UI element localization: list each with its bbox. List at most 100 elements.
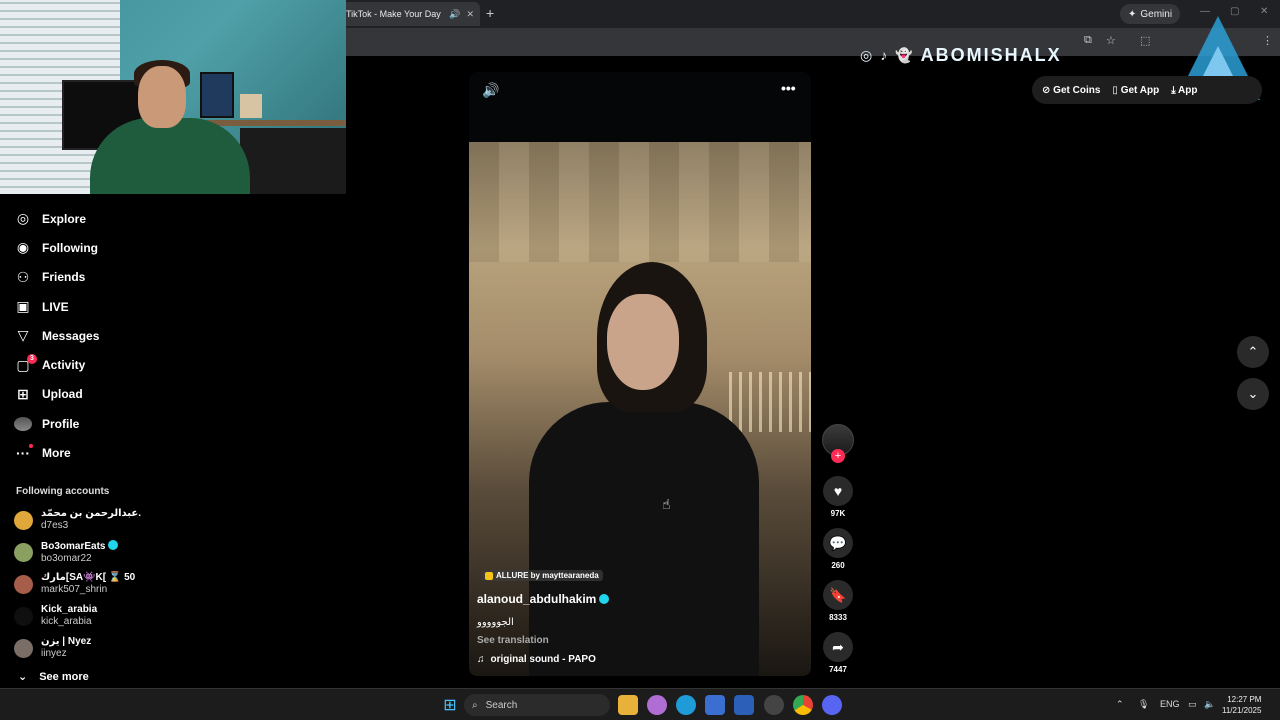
taskbar-search[interactable]: ⌕ Search: [464, 694, 610, 716]
speaker-icon[interactable]: 🔊: [449, 9, 460, 20]
save-count: 8333: [829, 613, 847, 622]
sidebar-item-explore[interactable]: ◎ Explore: [14, 204, 214, 233]
account-name-text: Bo3omarEats: [41, 541, 106, 552]
live-icon: ▣: [16, 298, 30, 315]
effect-icon: [485, 571, 493, 580]
like-count: 97K: [830, 509, 846, 518]
account-name-text: Kick_arabia: [41, 604, 98, 615]
hand-cursor-icon: ☝: [662, 496, 671, 512]
account-text: مارك[SA👾K[ ⌛ 50 mark507_shrin: [41, 572, 135, 596]
action-column: + ♥ 97K 💬 260 🔖 8333 ➦ 7447: [822, 424, 854, 674]
edge-icon[interactable]: [676, 695, 696, 715]
video-caption: الجووووو: [477, 617, 514, 628]
install-icon[interactable]: ⧉: [1084, 34, 1092, 47]
streamer-hoodie: [90, 118, 250, 194]
banner-text: ABOMISHALX: [920, 44, 1062, 65]
app-label: App: [1178, 84, 1198, 96]
account-name-text: مارك[SA👾K[ ⌛ 50: [41, 572, 136, 583]
webcam-overlay: [0, 0, 346, 194]
file-explorer-icon[interactable]: [618, 695, 638, 715]
video-player[interactable]: [469, 72, 811, 676]
following-account[interactable]: مارك[SA👾K[ ⌛ 50 mark507_shrin: [14, 572, 135, 596]
bookmark-star-icon[interactable]: ☆: [1106, 34, 1116, 47]
store-icon[interactable]: [705, 695, 725, 715]
app-button[interactable]: ⤓ App: [1171, 85, 1197, 96]
windows-start-icon[interactable]: ⊞: [440, 695, 460, 715]
account-name: Bo3omarEats: [41, 540, 119, 553]
more-options-icon[interactable]: •••: [781, 80, 796, 96]
account-avatar: [14, 606, 33, 626]
chrome-icon[interactable]: [793, 695, 813, 715]
copilot-icon[interactable]: [647, 695, 667, 715]
account-text: عبدالرحمن بن محمّد. d7es3: [41, 508, 141, 532]
like-button[interactable]: ♥ 97K: [822, 476, 854, 518]
heart-icon: ♥: [823, 476, 853, 506]
sidebar-item-live[interactable]: ▣ LIVE: [14, 292, 214, 321]
language-indicator[interactable]: ENG: [1160, 699, 1180, 709]
browser-tab[interactable]: TikTok - Make Your Day 🔊 ✕: [340, 2, 480, 26]
sidebar-item-profile[interactable]: Profile: [14, 409, 214, 438]
search-placeholder: Search: [485, 699, 518, 711]
streamer-banner: ◎ ♪ 👻 ABOMISHALX: [860, 44, 1062, 66]
menu-kebab-icon[interactable]: ⋮: [1262, 34, 1273, 47]
sidebar-item-friends[interactable]: ⚇ Friends: [14, 263, 214, 292]
get-app-button[interactable]: ▯ Get App: [1112, 85, 1159, 96]
sidebar-item-following[interactable]: ◉ Following: [14, 233, 214, 262]
new-tab-button[interactable]: +: [486, 5, 494, 21]
sidebar-item-upload[interactable]: ⊞ Upload: [14, 380, 214, 409]
follow-plus-button[interactable]: +: [831, 449, 845, 463]
sidebar-item-more[interactable]: ··· More: [14, 438, 214, 467]
tab-title: TikTok - Make Your Day: [346, 9, 441, 19]
save-button[interactable]: 🔖 8333: [822, 580, 854, 622]
clock[interactable]: 12:27 PM 11/21/2025: [1222, 694, 1261, 716]
desk: [240, 128, 346, 194]
outlook-icon[interactable]: [734, 695, 754, 715]
previous-video-button[interactable]: ⌃: [1237, 336, 1269, 368]
following-header: Following accounts: [16, 486, 110, 497]
get-app-label: Get App: [1120, 84, 1160, 96]
sound-link[interactable]: ♫ original sound - PAPO: [477, 654, 596, 665]
sidebar-item-messages[interactable]: ▽ Messages: [14, 321, 214, 350]
see-translation-link[interactable]: See translation: [477, 635, 549, 646]
discord-icon[interactable]: [822, 695, 842, 715]
see-more-label: See more: [39, 670, 89, 683]
profile-avatar: [14, 415, 32, 433]
comment-button[interactable]: 💬 260: [822, 528, 854, 570]
account-text: Bo3omarEats bo3omar22: [41, 540, 119, 565]
sidebar-item-activity[interactable]: ▢ 3 Activity: [14, 350, 214, 379]
obs-icon[interactable]: [764, 695, 784, 715]
get-coins-button[interactable]: ⊘ Get Coins: [1042, 85, 1100, 96]
next-video-button[interactable]: ⌄: [1237, 378, 1269, 410]
sidebar-item-label: More: [42, 446, 71, 461]
video-author[interactable]: alanoud_abdulhakim: [477, 592, 610, 606]
clock-date: 11/21/2025: [1222, 706, 1262, 715]
wall-frame: [240, 94, 262, 118]
following-account[interactable]: Bo3omarEats bo3omar22: [14, 540, 119, 565]
sound-label: original sound - PAPO: [490, 654, 596, 665]
compass-icon: ◎: [16, 210, 30, 227]
following-account[interactable]: يزن | Nyez iinyez: [14, 636, 91, 660]
account-avatar: [14, 574, 33, 594]
activity-badge: 3: [27, 354, 37, 365]
close-window-icon[interactable]: ✕: [1260, 6, 1268, 17]
extensions-icon[interactable]: ⬚: [1140, 34, 1150, 47]
volume-tray-icon[interactable]: 🔈: [1204, 699, 1215, 710]
gemini-button[interactable]: ✦ Gemini: [1120, 4, 1181, 24]
share-button[interactable]: ➦ 7447: [822, 632, 854, 674]
notification-dot: [29, 444, 33, 449]
upload-icon: ⊞: [17, 385, 29, 402]
tiktok-icon: ♪: [880, 47, 890, 63]
close-tab-icon[interactable]: ✕: [466, 9, 474, 20]
sidebar-item-label: Following: [42, 240, 98, 255]
volume-icon[interactable]: 🔊: [482, 82, 499, 99]
sidebar-item-label: Explore: [42, 211, 87, 226]
following-account[interactable]: عبدالرحمن بن محمّد. d7es3: [14, 508, 141, 532]
network-icon[interactable]: ▭: [1188, 699, 1197, 710]
see-more-button[interactable]: ⌄ See more: [18, 670, 89, 684]
account-username: bo3omar22: [41, 553, 92, 564]
following-account[interactable]: Kick_arabia kick_arabia: [14, 604, 97, 628]
effect-tag[interactable]: ALLURE by mayttearaneda: [481, 570, 603, 581]
microphone-icon[interactable]: 🎙: [1138, 699, 1149, 710]
tray-chevron-up-icon[interactable]: ⌃: [1116, 699, 1124, 710]
chevron-down-icon: ⌄: [1247, 386, 1259, 401]
